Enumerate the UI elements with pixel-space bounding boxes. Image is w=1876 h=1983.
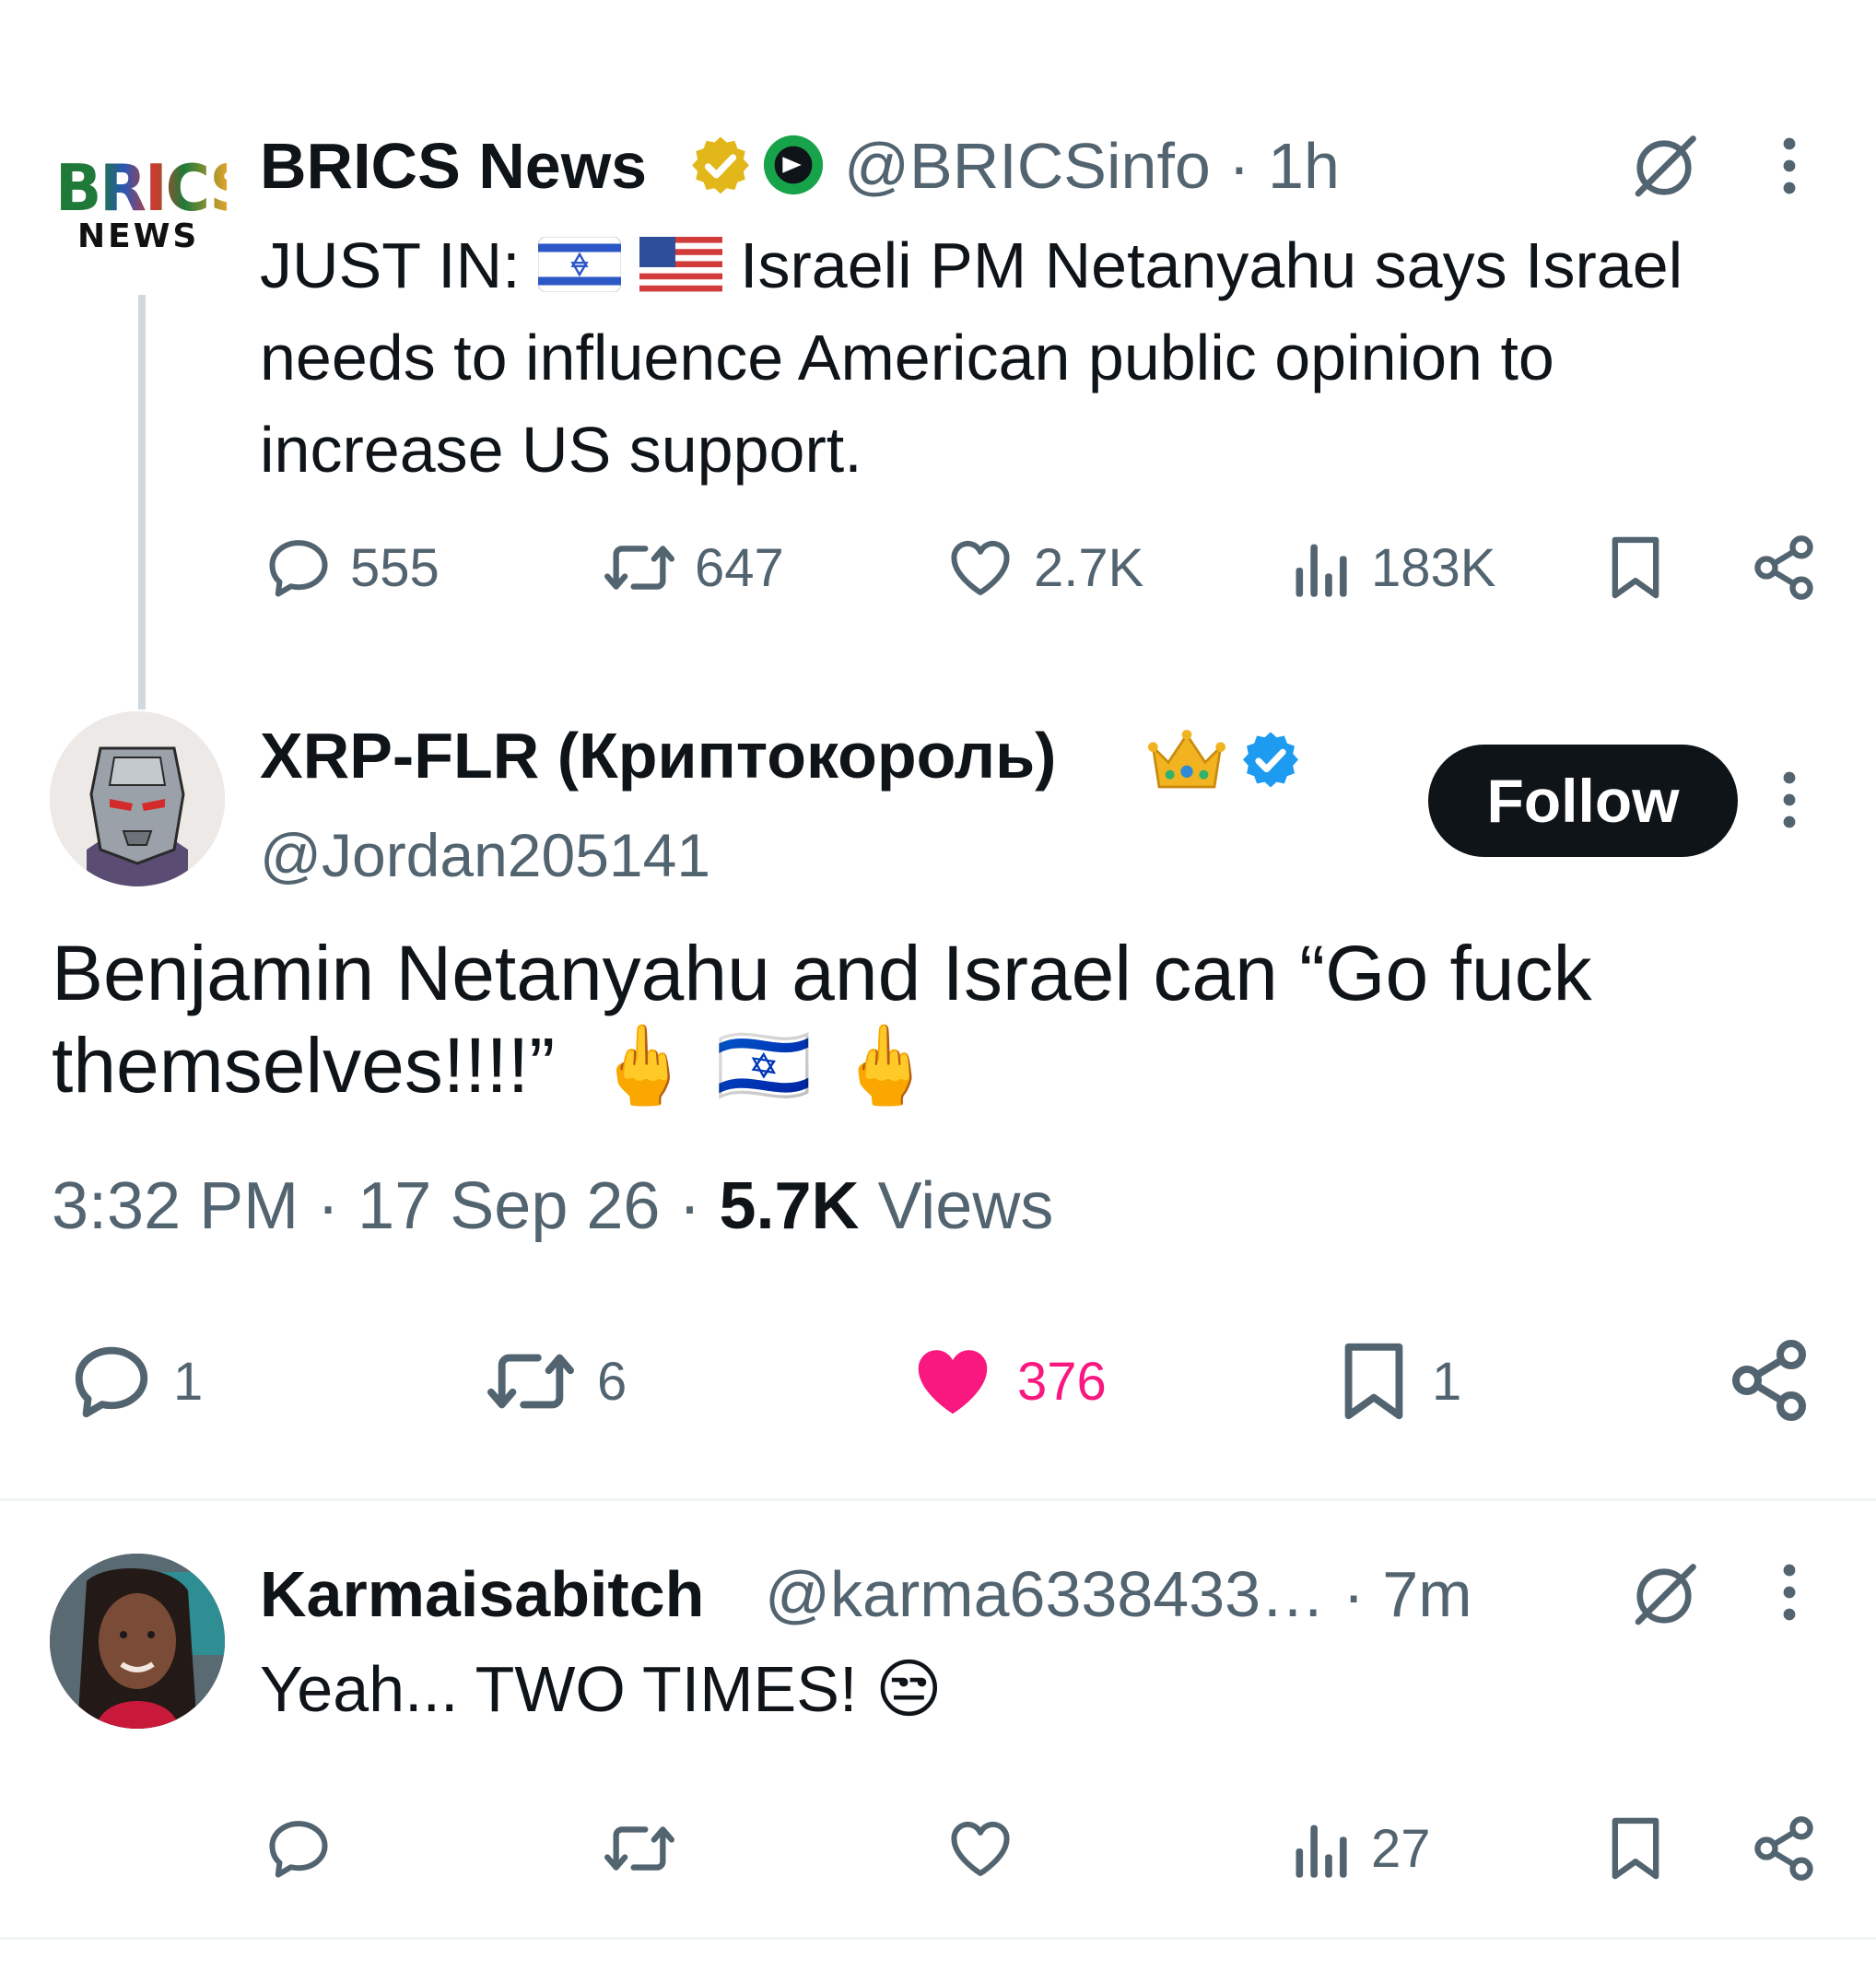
- repost-icon: [604, 1826, 674, 1871]
- views-count: 183K: [1371, 537, 1496, 598]
- reply-button[interactable]: [264, 1813, 334, 1883]
- share-button[interactable]: [1749, 1813, 1819, 1883]
- divider: [0, 1937, 1876, 1940]
- tweet-emoji: 🖕 🇮🇱 🖕: [594, 1020, 933, 1110]
- reply-count: 555: [350, 537, 440, 598]
- repost-button[interactable]: 6: [481, 1338, 627, 1425]
- reply-icon: [269, 540, 328, 597]
- like-count: 376: [1017, 1351, 1107, 1412]
- views-count: 27: [1371, 1818, 1431, 1879]
- like-button[interactable]: [944, 1813, 1017, 1883]
- crown-icon: [1146, 722, 1227, 796]
- us-flag-icon: [639, 236, 722, 292]
- bookmark-icon: [1612, 1817, 1659, 1880]
- like-icon-filled: [918, 1350, 988, 1414]
- tweet-text: Benjamin Netanyahu and Israel can “Go fu…: [52, 927, 1802, 1111]
- bookmark-count: 1: [1432, 1351, 1462, 1412]
- author-name[interactable]: XRP-FLR (Криптокороль): [260, 719, 1056, 792]
- share-icon: [1754, 1816, 1813, 1881]
- reply-icon: [75, 1346, 148, 1418]
- tweet-text: Yeah... TWO TIMES! 😒: [260, 1648, 943, 1731]
- tweet-timestamp[interactable]: 3:32 PM · 17 Sep 26 · 5.7K Views: [52, 1165, 1053, 1248]
- tweet-text-line: Benjamin Netanyahu and Israel can “Go fu…: [52, 930, 1592, 1016]
- thread-line: [138, 295, 146, 710]
- reply-icon: [269, 1821, 328, 1878]
- tweet-text-body: Yeah... TWO TIMES!: [260, 1653, 858, 1725]
- avatar[interactable]: [50, 1554, 225, 1729]
- share-icon: [1754, 535, 1813, 600]
- like-button[interactable]: 376: [905, 1338, 1107, 1425]
- like-count: 2.7K: [1034, 537, 1144, 598]
- grok-icon[interactable]: [1625, 1557, 1703, 1635]
- author-handle[interactable]: @Jordan205141: [260, 818, 710, 892]
- tweet-time: 3:32 PM: [52, 1169, 299, 1243]
- tweet-text: JUST IN: Israeli PM Netanyahu says Israe…: [260, 219, 1808, 496]
- author-handle-time[interactable]: @BRICSinfo · 1h: [844, 129, 1340, 203]
- tweet-text-prefix: JUST IN:: [260, 229, 521, 301]
- like-button[interactable]: 2.7K: [944, 533, 1143, 603]
- views-icon: [1296, 544, 1347, 597]
- grok-icon[interactable]: [1625, 129, 1703, 206]
- bookmark-icon: [1344, 1343, 1403, 1420]
- brics-news-avatar[interactable]: BRICS NEWS: [55, 151, 253, 276]
- views-icon: [1296, 1825, 1347, 1878]
- views-label: Views: [877, 1169, 1054, 1243]
- repost-icon: [604, 546, 674, 590]
- follow-button[interactable]: Follow: [1428, 745, 1738, 857]
- more-icon[interactable]: [1778, 1563, 1800, 1622]
- avatar[interactable]: [50, 711, 225, 886]
- tweet-text-line: themselves!!!!”: [52, 1022, 556, 1109]
- affiliate-badge-icon: [761, 133, 826, 197]
- author-name[interactable]: BRICS News: [260, 129, 647, 203]
- verified-gold-icon: [687, 133, 754, 199]
- author-name[interactable]: Karmaisabitch: [260, 1557, 704, 1631]
- share-button[interactable]: [1725, 1336, 1813, 1425]
- views-count: 5.7K: [719, 1169, 860, 1243]
- bookmark-button[interactable]: [1603, 1813, 1668, 1883]
- share-button[interactable]: [1749, 533, 1819, 603]
- brics-logo-text: BRICS: [55, 151, 253, 226]
- repost-count: 647: [695, 537, 784, 598]
- reply-button[interactable]: 1: [66, 1338, 203, 1425]
- repost-count: 6: [597, 1351, 627, 1412]
- like-icon: [951, 540, 1010, 595]
- more-icon[interactable]: [1778, 770, 1800, 829]
- bookmark-icon: [1612, 536, 1659, 599]
- bookmark-button[interactable]: 1: [1332, 1338, 1461, 1425]
- like-icon: [951, 1821, 1010, 1876]
- repost-button[interactable]: 647: [601, 533, 784, 603]
- tweet-date: 17 Sep 26: [358, 1169, 661, 1243]
- repost-button[interactable]: [601, 1813, 678, 1883]
- more-icon[interactable]: [1778, 136, 1800, 195]
- tweet-emoji: 😒: [874, 1651, 943, 1727]
- bookmark-button[interactable]: [1603, 533, 1668, 603]
- views-button[interactable]: 27: [1290, 1813, 1431, 1883]
- divider: [0, 1498, 1876, 1501]
- views-button[interactable]: 183K: [1290, 533, 1495, 603]
- verified-blue-icon: [1238, 728, 1303, 792]
- share-icon: [1732, 1340, 1806, 1421]
- reply-button[interactable]: 555: [264, 533, 440, 603]
- repost-icon: [487, 1354, 574, 1409]
- israel-flag-icon: [538, 236, 622, 292]
- author-handle-time[interactable]: @karma6338433… · 7m: [765, 1557, 1472, 1631]
- reply-count: 1: [173, 1351, 204, 1412]
